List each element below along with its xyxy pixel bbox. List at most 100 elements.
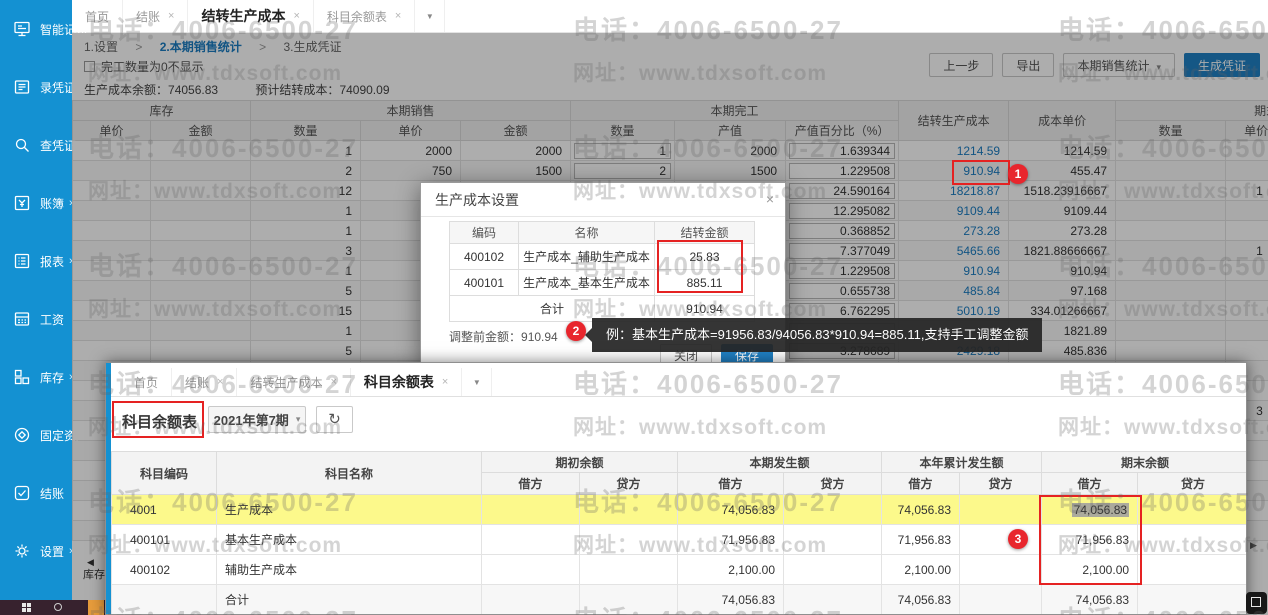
modal-table-row[interactable]: 400102生产成本_辅助生产成本25.83 bbox=[450, 244, 755, 270]
tab-list-dropdown[interactable]: ▼ bbox=[462, 368, 492, 396]
cell-init-debit bbox=[482, 495, 580, 525]
cell-account-code: 400101 bbox=[450, 270, 519, 296]
tab-closing[interactable]: 结账× bbox=[172, 368, 237, 396]
balance-table-row[interactable]: 400102辅助生产成本2,100.002,100.002,100.00 bbox=[112, 555, 1248, 585]
cell-subject-name: 合计 bbox=[217, 585, 482, 615]
balance-header-group: 期末余额 bbox=[1042, 452, 1247, 473]
refresh-button[interactable]: ↻ bbox=[316, 406, 353, 433]
close-icon[interactable]: × bbox=[217, 376, 223, 388]
floating-widget-icon[interactable] bbox=[1246, 592, 1267, 614]
caret-down-icon: ▼ bbox=[426, 12, 434, 21]
closing-icon bbox=[12, 483, 32, 503]
cell-subject-code: 4001 bbox=[112, 495, 217, 525]
cell-year-debit: 2,100.00 bbox=[882, 555, 960, 585]
taskbar-app-icon[interactable] bbox=[88, 600, 104, 615]
main-tab-bar: 首页 结账× 结转生产成本× 科目余额表× ▼ bbox=[72, 0, 1268, 33]
sidebar-item-label: 库存 bbox=[40, 369, 64, 386]
tab-home[interactable]: 首页 bbox=[121, 368, 172, 396]
cell-init-credit bbox=[580, 585, 678, 615]
scroll-right-icon[interactable]: ▶ bbox=[1250, 540, 1257, 551]
tab-carry-forward-cost[interactable]: 结转生产成本× bbox=[188, 0, 313, 32]
caret-down-icon: ▾ bbox=[296, 414, 301, 425]
cell-end-credit bbox=[1138, 525, 1247, 555]
cell-year-credit bbox=[960, 585, 1042, 615]
sidebar-item-reports[interactable]: 报表› bbox=[0, 232, 72, 290]
sidebar-item-label: 工资 bbox=[40, 311, 64, 328]
refresh-icon: ↻ bbox=[328, 411, 341, 428]
fixed-asset-icon bbox=[12, 425, 32, 445]
balance-header-credit: 贷方 bbox=[580, 473, 678, 495]
period-select[interactable]: 2021年第7期▾ bbox=[208, 406, 306, 433]
modal-table: 编码名称结转金额400102生产成本_辅助生产成本25.83400101生产成本… bbox=[449, 221, 755, 322]
sidebar-item-voucher-search[interactable]: 查凭证 bbox=[0, 116, 72, 174]
cell-account-name: 生产成本_基本生产成本 bbox=[519, 270, 655, 296]
cell-end-debit: 74,056.83 bbox=[1042, 585, 1138, 615]
modal-table-header: 编码 bbox=[450, 222, 519, 244]
balance-header-credit: 贷方 bbox=[1138, 473, 1247, 495]
balance-table: 科目编码科目名称期初余额本期发生额本年累计发生额期末余额借方贷方借方贷方借方贷方… bbox=[111, 451, 1247, 615]
tab-list-dropdown[interactable]: ▼ bbox=[415, 0, 445, 32]
modal-table-header: 结转金额 bbox=[655, 222, 755, 244]
close-icon[interactable]: × bbox=[293, 10, 299, 22]
ledger-icon bbox=[12, 193, 32, 213]
sidebar-item-ledger[interactable]: 账簿› bbox=[0, 174, 72, 232]
sidebar-menu: 智能记账录凭证查凭证账簿›报表› 工资库存›固定资产结账设置› bbox=[0, 0, 72, 580]
cell-year-debit: 74,056.83 bbox=[882, 495, 960, 525]
balance-header-group: 期初余额 bbox=[482, 452, 678, 473]
balance-header-name: 科目名称 bbox=[217, 452, 482, 495]
cell-subject-code: 400101 bbox=[112, 525, 217, 555]
balance-table-row[interactable]: 400101基本生产成本71,956.8371,956.8371,956.83 bbox=[112, 525, 1248, 555]
cell-subject-name: 辅助生产成本 bbox=[217, 555, 482, 585]
cell-init-debit bbox=[482, 525, 580, 555]
close-icon[interactable]: × bbox=[442, 376, 448, 388]
salary-icon bbox=[12, 309, 32, 329]
cell-account-code: 400102 bbox=[450, 244, 519, 270]
close-icon[interactable]: × bbox=[330, 376, 336, 388]
balance-page-title: 科目余额表 bbox=[122, 411, 197, 432]
tab-closing[interactable]: 结账× bbox=[123, 0, 188, 32]
sidebar-item-closing[interactable]: 结账 bbox=[0, 464, 72, 522]
sidebar-item-label: 账簿 bbox=[40, 195, 64, 212]
cell-cur-credit bbox=[784, 585, 882, 615]
cell-cur-debit: 74,056.83 bbox=[678, 495, 784, 525]
tab-account-balance[interactable]: 科目余额表× bbox=[351, 368, 462, 396]
sidebar-item-label: 结账 bbox=[40, 485, 64, 502]
balance-table-row[interactable]: 4001生产成本74,056.8374,056.8374,056.83 bbox=[112, 495, 1248, 525]
app-root: 智能记账录凭证查凭证账簿›报表›工资库存›固定资产结账设置› 首页 结账× 结转… bbox=[0, 0, 1268, 615]
cell-cur-debit: 71,956.83 bbox=[678, 525, 784, 555]
settings-icon bbox=[12, 541, 32, 561]
balance-table-row[interactable]: 合计74,056.8374,056.8374,056.83 bbox=[112, 585, 1248, 615]
cell-init-credit bbox=[580, 495, 678, 525]
cell-end-credit bbox=[1138, 495, 1247, 525]
sidebar-item-smart-accounting[interactable]: 智能记账 bbox=[0, 0, 72, 58]
sidebar-item-label: 报表 bbox=[40, 253, 64, 270]
sidebar-item-voucher-entry[interactable]: 录凭证 bbox=[0, 58, 72, 116]
sidebar-item-label: 查凭证 bbox=[40, 137, 76, 154]
cell-init-credit bbox=[580, 525, 678, 555]
cell-year-credit bbox=[960, 555, 1042, 585]
cell-cur-credit bbox=[784, 525, 882, 555]
balance-header-debit: 借方 bbox=[678, 473, 784, 495]
cell-cur-credit bbox=[784, 555, 882, 585]
balance-header-credit: 贷方 bbox=[784, 473, 882, 495]
close-icon[interactable]: × bbox=[168, 10, 174, 22]
close-icon[interactable]: × bbox=[395, 10, 401, 22]
windows-logo-icon[interactable] bbox=[22, 603, 31, 612]
tab-account-balance[interactable]: 科目余额表× bbox=[314, 0, 415, 32]
modal-title: 生产成本设置 bbox=[421, 183, 785, 217]
taskbar-search-icon[interactable] bbox=[54, 603, 62, 611]
cell-end-debit: 74,056.83 bbox=[1042, 495, 1138, 525]
cell-init-credit bbox=[580, 555, 678, 585]
tab-carry-forward-cost[interactable]: 结转生产成本× bbox=[237, 368, 350, 396]
sidebar-item-inventory[interactable]: 库存› bbox=[0, 348, 72, 406]
pre-adjust-row: 调整前金额：910.94 bbox=[449, 328, 558, 345]
sidebar-item-label: 设置 bbox=[40, 543, 64, 560]
cell-year-debit: 74,056.83 bbox=[882, 585, 960, 615]
modal-close-icon[interactable]: × bbox=[766, 192, 774, 206]
sidebar-item-settings[interactable]: 设置› bbox=[0, 522, 72, 580]
modal-table-row[interactable]: 400101生产成本_基本生产成本885.11 bbox=[450, 270, 755, 296]
sidebar-item-salary[interactable]: 工资 bbox=[0, 290, 72, 348]
sidebar-item-fixed-assets[interactable]: 固定资产 bbox=[0, 406, 72, 464]
sidebar-item-label: 录凭证 bbox=[40, 79, 76, 96]
balance-header-group: 本年累计发生额 bbox=[882, 452, 1042, 473]
